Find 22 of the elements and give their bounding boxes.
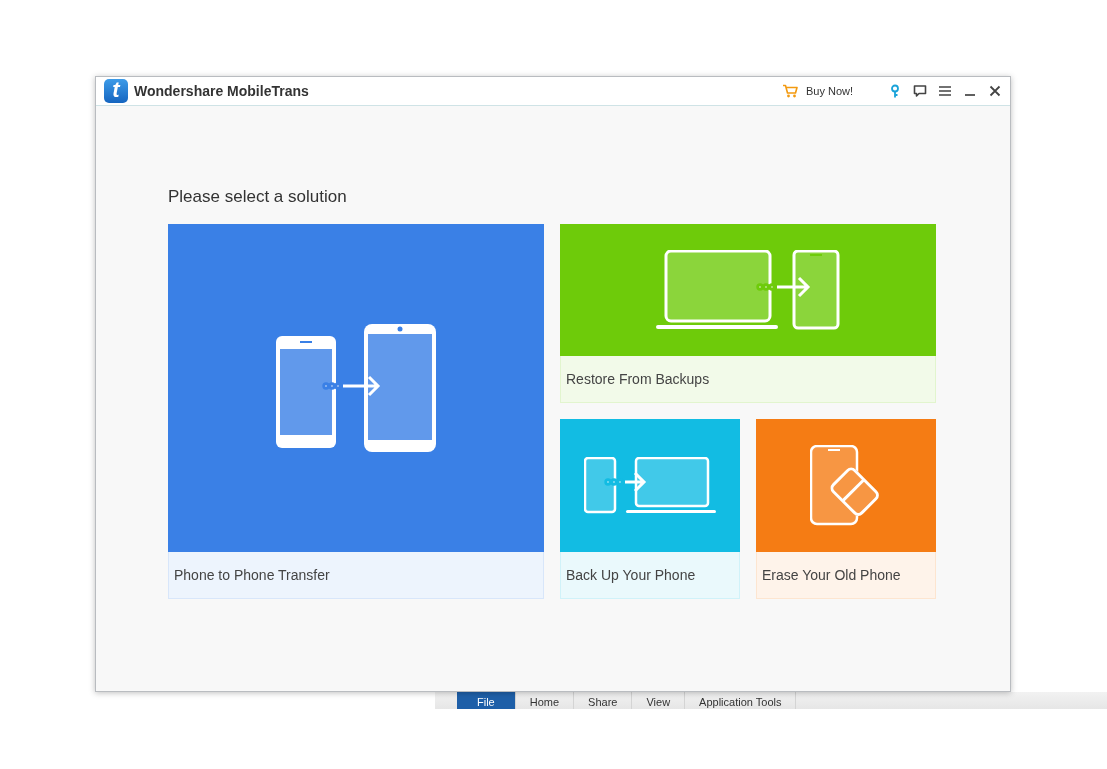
key-icon[interactable] [888, 84, 902, 98]
cart-icon [781, 84, 798, 98]
chat-icon[interactable] [913, 84, 927, 98]
app-logo: t [104, 79, 128, 103]
phone-to-laptop-icon [584, 456, 716, 515]
ribbon-tab[interactable]: Home [515, 692, 575, 709]
close-icon[interactable] [988, 84, 1002, 98]
solution-tile[interactable]: Restore From Backups [560, 224, 936, 403]
menu-icon[interactable] [938, 84, 952, 98]
solution-tile[interactable]: Erase Your Old Phone [756, 419, 936, 599]
laptop-to-phone-icon [656, 250, 840, 330]
section-heading: Please select a solution [168, 187, 348, 207]
phones-transfer-icon [276, 324, 436, 452]
window-title: Wondershare MobileTrans [134, 83, 309, 99]
ribbon-tab[interactable]: View [632, 692, 686, 709]
ribbon-tab[interactable]: Share [574, 692, 633, 709]
ribbon-tab[interactable]: File [457, 692, 516, 709]
solution-tile[interactable]: Phone to Phone Transfer [168, 224, 544, 599]
buy-now-button[interactable]: Buy Now! [781, 84, 853, 98]
ribbon-tab[interactable]: Application Tools [685, 692, 797, 709]
phone-eraser-icon [810, 444, 882, 527]
solution-tile[interactable]: Back Up Your Phone [560, 419, 740, 599]
